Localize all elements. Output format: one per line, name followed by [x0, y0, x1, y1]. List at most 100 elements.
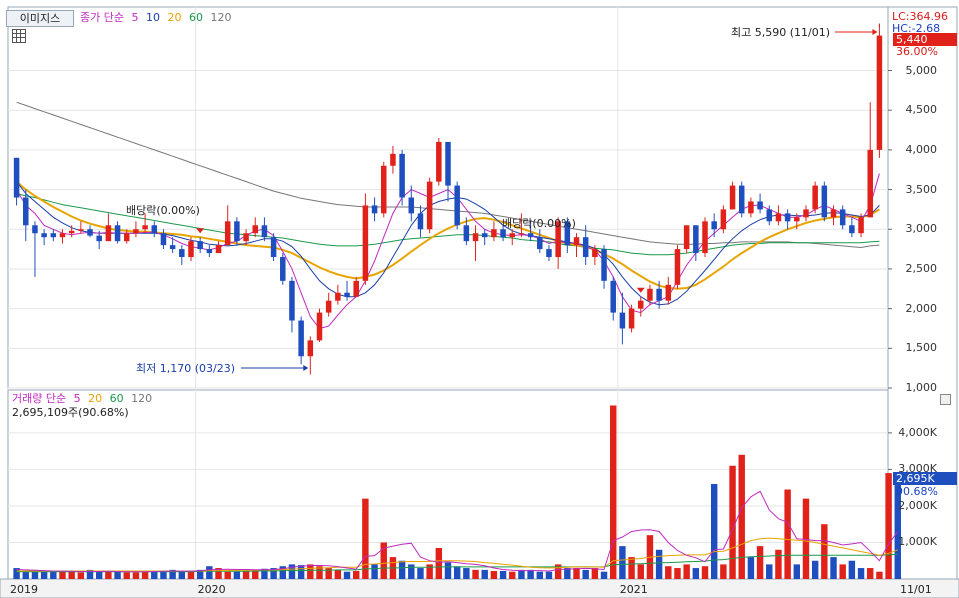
- candle-body: [628, 308, 635, 329]
- price-legend-ma5: 5: [131, 11, 139, 24]
- candle-body: [757, 201, 763, 210]
- candle-body: [665, 284, 672, 301]
- volume-bar: [637, 564, 644, 579]
- candle-body: [876, 35, 883, 150]
- candle-body: [344, 292, 350, 297]
- candle-body: [179, 249, 185, 258]
- x-tick-label: 11/01: [900, 583, 932, 596]
- price-pct-label: 36.00%: [896, 45, 938, 58]
- volume-bar: [463, 568, 470, 579]
- volume-bar: [793, 564, 801, 579]
- candle-body: [472, 233, 479, 242]
- volume-legend-ma5: 5: [73, 392, 81, 405]
- candle-body: [390, 153, 396, 166]
- volume-bar: [95, 571, 103, 579]
- candle-body: [454, 185, 460, 226]
- candle-body: [766, 209, 773, 222]
- volume-bar: [683, 564, 690, 579]
- volume-bar: [692, 568, 700, 579]
- volume-bar: [490, 570, 498, 579]
- close-panel-icon[interactable]: [940, 394, 951, 405]
- candle-body: [280, 257, 286, 281]
- tab-stock-name[interactable]: 이미지스: [6, 10, 74, 27]
- volume-tick-label: 2,000K: [898, 498, 937, 512]
- dividend-annotation-2: 배당락(0.00%): [502, 217, 576, 230]
- candle-body: [491, 229, 497, 238]
- volume-bar: [224, 571, 231, 579]
- volume-bar: [582, 569, 589, 579]
- candle-body: [436, 141, 442, 182]
- candle-body: [849, 225, 855, 234]
- candle-body: [821, 185, 828, 218]
- candle-body: [738, 185, 745, 214]
- volume-bar: [720, 564, 727, 579]
- volume-legend-ma20: 20: [88, 392, 103, 405]
- candle-body: [59, 233, 66, 238]
- volume-bar: [701, 566, 709, 579]
- volume-bar: [435, 547, 443, 579]
- volume-bar: [132, 572, 140, 579]
- candle-body: [445, 141, 451, 186]
- volume-bar: [775, 549, 782, 579]
- price-tick-label: 4,000: [905, 142, 938, 156]
- volume-bar: [50, 571, 57, 579]
- candle-body: [224, 221, 231, 246]
- candle-body: [582, 237, 589, 258]
- volume-bar: [444, 562, 452, 579]
- volume-bar: [334, 569, 342, 579]
- candle-body: [371, 205, 378, 214]
- volume-bar: [876, 571, 883, 579]
- candle-body: [123, 233, 130, 242]
- volume-bar: [655, 549, 663, 579]
- candle-body: [133, 229, 139, 234]
- volume-bar: [114, 571, 121, 579]
- volume-bar: [600, 571, 608, 579]
- volume-panel-frame: [7, 389, 889, 580]
- volume-bar: [536, 571, 544, 579]
- candle-body: [463, 225, 470, 242]
- candle-body: [527, 233, 534, 238]
- volume-bar: [839, 564, 846, 579]
- volume-bar: [591, 568, 599, 579]
- price-tick-label: 1,000: [905, 381, 938, 394]
- candle-body: [325, 300, 332, 313]
- x-tick-label: 2020: [197, 583, 226, 596]
- volume-legend-ma120: 120: [131, 392, 153, 405]
- price-tick-label: 3,000: [905, 222, 938, 236]
- volume-bar: [811, 560, 819, 579]
- volume-bar: [784, 489, 791, 579]
- high-annotation: 최고 5,590 (11/01): [731, 26, 831, 39]
- candle-body: [638, 300, 644, 309]
- volume-bar: [821, 524, 828, 579]
- price-legend: 종가 단순 5 10 20 60 120: [80, 11, 235, 25]
- volume-bar: [352, 570, 360, 579]
- grid-icon[interactable]: [12, 29, 26, 43]
- volume-bar: [527, 569, 534, 579]
- stock-chart: [0, 6, 959, 598]
- volume-legend-ma60: 60: [109, 392, 124, 405]
- candle-body: [298, 320, 304, 357]
- candle-body: [142, 225, 148, 230]
- candle-body: [656, 288, 662, 301]
- candle-body: [481, 233, 488, 238]
- candle-body: [316, 312, 323, 341]
- price-legend-ma120: 120: [210, 11, 232, 24]
- candle-body: [830, 209, 837, 218]
- volume-bar: [151, 571, 158, 579]
- volume-bar: [242, 570, 250, 579]
- volume-tick-label: 3,000K: [898, 462, 937, 476]
- price-tick-label: 4,500: [905, 103, 938, 117]
- volume-tick-label: 1,000K: [898, 535, 937, 549]
- volume-bar: [665, 566, 672, 579]
- volume-bar: [802, 498, 810, 579]
- price-tick-label: 3,500: [905, 182, 938, 196]
- candle-body: [197, 241, 203, 250]
- candle-body: [693, 225, 699, 254]
- volume-bar: [206, 566, 213, 579]
- price-legend-ma20: 20: [167, 11, 182, 24]
- volume-bar: [885, 473, 892, 579]
- volume-tick-label: 4,000K: [898, 425, 937, 439]
- candle-body: [215, 245, 222, 254]
- volume-bar: [362, 498, 369, 579]
- candle-body: [32, 225, 38, 234]
